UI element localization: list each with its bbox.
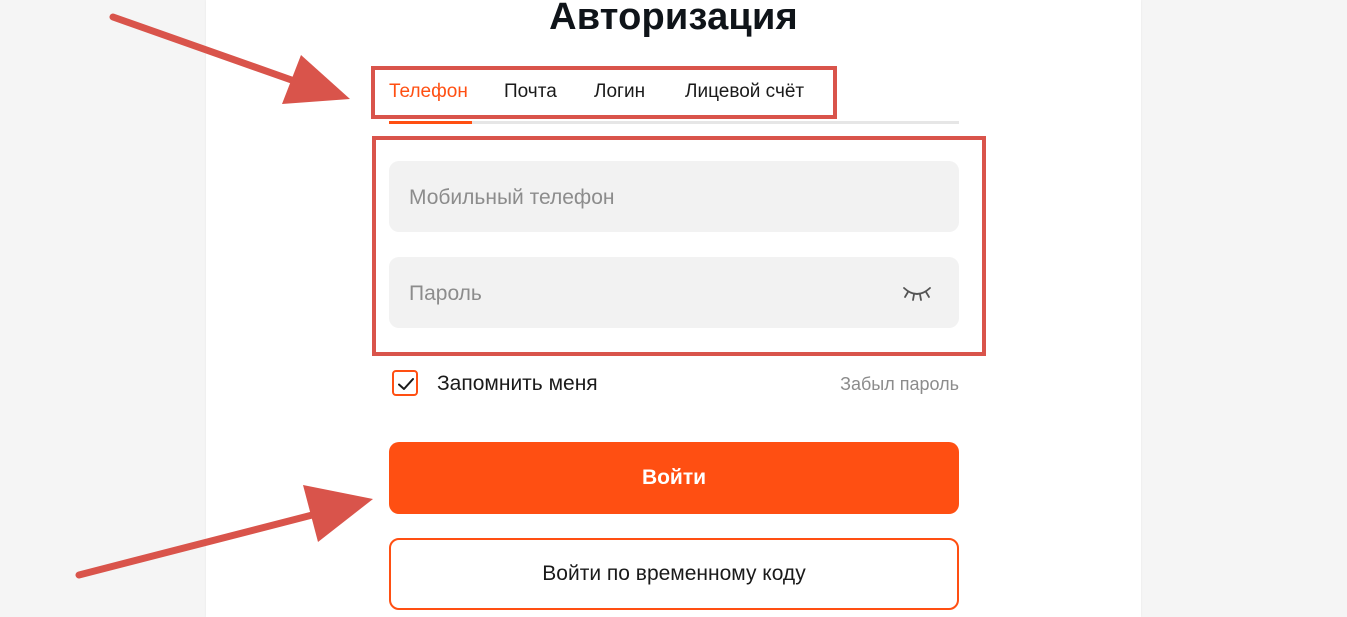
password-input[interactable] — [407, 257, 891, 330]
login-button[interactable]: Войти — [389, 442, 959, 514]
eye-closed-icon[interactable] — [901, 282, 933, 304]
tab-account-number[interactable]: Лицевой счёт — [685, 81, 804, 103]
auth-card: Авторизация Телефон Почта Логин Лицевой … — [206, 0, 1141, 617]
auth-method-tabs: Телефон Почта Логин Лицевой счёт — [389, 76, 959, 124]
page-background: Авторизация Телефон Почта Логин Лицевой … — [0, 0, 1347, 617]
remember-row: Запомнить меня Забыл пароль — [392, 366, 959, 402]
remember-label: Запомнить меня — [437, 372, 598, 395]
temp-code-login-button[interactable]: Войти по временному коду — [389, 538, 959, 610]
active-tab-indicator — [389, 121, 472, 124]
remember-checkbox[interactable] — [392, 370, 418, 396]
phone-input[interactable] — [407, 161, 891, 234]
forgot-password-link[interactable]: Забыл пароль — [840, 374, 959, 395]
password-field — [389, 257, 959, 330]
page-title: Авторизация — [549, 0, 798, 38]
tabs-divider — [389, 121, 959, 124]
tab-login[interactable]: Логин — [594, 81, 645, 103]
tab-phone[interactable]: Телефон — [389, 81, 468, 103]
checkmark-icon — [398, 378, 414, 390]
phone-field — [389, 161, 959, 234]
tab-email[interactable]: Почта — [504, 81, 557, 103]
